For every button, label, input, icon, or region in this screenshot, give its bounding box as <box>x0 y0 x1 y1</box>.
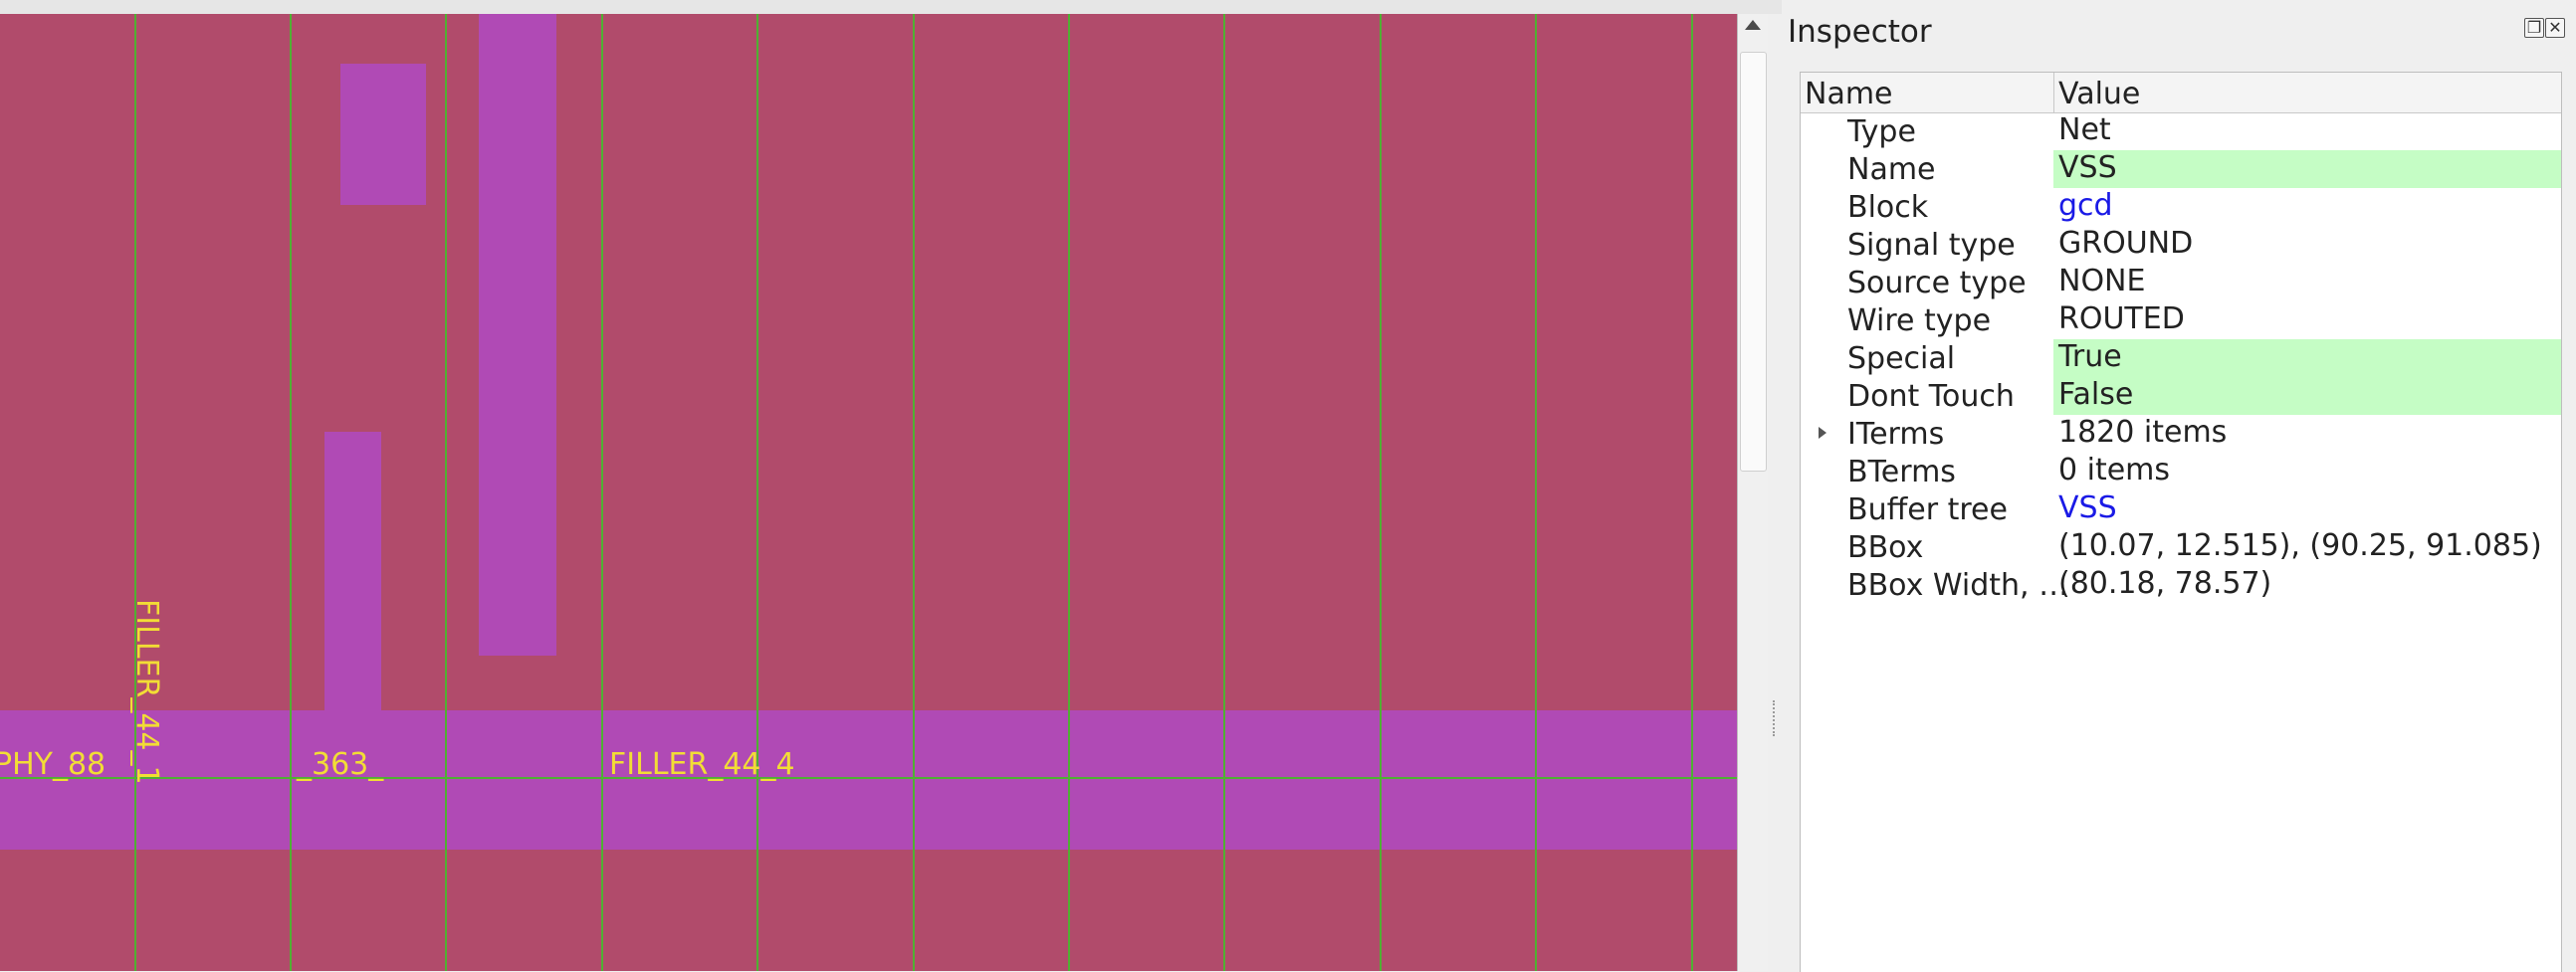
property-name: BBox <box>1847 530 1924 565</box>
property-name: Special <box>1847 341 1956 376</box>
cell-label-363[interactable]: _363_ <box>297 750 383 780</box>
property-name: Signal type <box>1847 228 2016 263</box>
property-name: Wire type <box>1847 303 1992 338</box>
scrollbar-thumb[interactable] <box>1740 52 1767 472</box>
property-row[interactable]: BBox Width, … (80.18, 78.57) <box>1801 566 2561 604</box>
cell-label-filler-44-4[interactable]: FILLER_44_4 <box>609 750 795 780</box>
property-value: (10.07, 12.515), (90.25, 91.085) <box>2058 528 2542 563</box>
property-row[interactable]: Source type NONE <box>1801 264 2561 301</box>
property-row[interactable]: Signal type GROUND <box>1801 226 2561 264</box>
property-row[interactable]: BBox (10.07, 12.515), (90.25, 91.085) <box>1801 528 2561 566</box>
property-value: False <box>2053 377 2561 415</box>
float-dock-icon[interactable]: ❐ <box>2524 18 2544 38</box>
property-value-link[interactable]: VSS <box>2053 490 2561 528</box>
power-rail <box>0 710 1737 850</box>
cell-label-phy[interactable]: PHY_88 <box>0 750 106 780</box>
property-name: Source type <box>1847 266 2027 300</box>
property-value: ROUTED <box>2058 301 2185 336</box>
property-name: BTerms <box>1847 455 1956 489</box>
metal-shape <box>340 64 426 205</box>
property-name: Buffer tree <box>1847 492 2008 527</box>
property-row[interactable]: BTerms 0 items <box>1801 453 2561 490</box>
property-row[interactable]: Dont Touch False <box>1801 377 2561 415</box>
layout-drawing <box>0 14 1737 971</box>
property-value: (80.18, 78.57) <box>2058 566 2272 601</box>
property-row[interactable]: Special True <box>1801 339 2561 377</box>
property-tree[interactable]: Name Value Type Net Name VSS Block gcd Signal … <box>1800 72 2562 972</box>
property-value: 1820 items <box>2058 415 2228 450</box>
scroll-up-arrow-icon[interactable] <box>1745 20 1761 30</box>
property-row[interactable]: Type Net <box>1801 112 2561 150</box>
vertical-scrollbar[interactable] <box>1737 14 1769 971</box>
tree-header: Name Value <box>1801 73 2561 113</box>
property-row[interactable]: Block gcd <box>1801 188 2561 226</box>
property-name: BBox Width, … <box>1847 568 2069 603</box>
column-separator[interactable] <box>2053 73 2054 112</box>
property-name: Dont Touch <box>1847 379 2015 414</box>
metal-shape <box>479 14 556 656</box>
property-row[interactable]: ITerms 1820 items <box>1801 415 2561 453</box>
property-value: True <box>2053 339 2561 377</box>
column-header-value[interactable]: Value <box>2058 77 2140 111</box>
property-value: GROUND <box>2058 226 2194 261</box>
close-icon[interactable]: ✕ <box>2545 18 2565 38</box>
property-row[interactable]: Wire type ROUTED <box>1801 301 2561 339</box>
cell-label-filler-vertical[interactable]: FILLER_44_1 <box>129 599 164 785</box>
property-row[interactable]: Buffer tree VSS <box>1801 490 2561 528</box>
splitter-grip-icon <box>1773 700 1777 736</box>
property-row[interactable]: Name VSS <box>1801 150 2561 188</box>
layout-canvas[interactable]: PHY_88 FILLER_44_1 _363_ FILLER_44_4 <box>0 14 1737 971</box>
inspector-panel: Inspector ❐ ✕ Name Value Type Net Name VSS B… <box>1782 0 2576 972</box>
property-value-link[interactable]: gcd <box>2053 188 2561 226</box>
column-header-name[interactable]: Name <box>1805 77 1893 111</box>
property-value: Net <box>2058 112 2111 147</box>
dock-splitter[interactable] <box>1768 14 1782 971</box>
property-name: ITerms <box>1847 417 1945 452</box>
property-value: 0 items <box>2058 453 2171 487</box>
property-value: NONE <box>2058 264 2146 298</box>
inspector-title: Inspector <box>1788 14 1932 50</box>
expand-arrow-icon[interactable] <box>1819 427 1826 439</box>
property-name: Block <box>1847 190 1929 225</box>
property-name: Type <box>1847 114 1916 149</box>
metal-shape <box>324 432 381 712</box>
property-name: Name <box>1847 152 1936 187</box>
property-value: VSS <box>2053 150 2561 188</box>
